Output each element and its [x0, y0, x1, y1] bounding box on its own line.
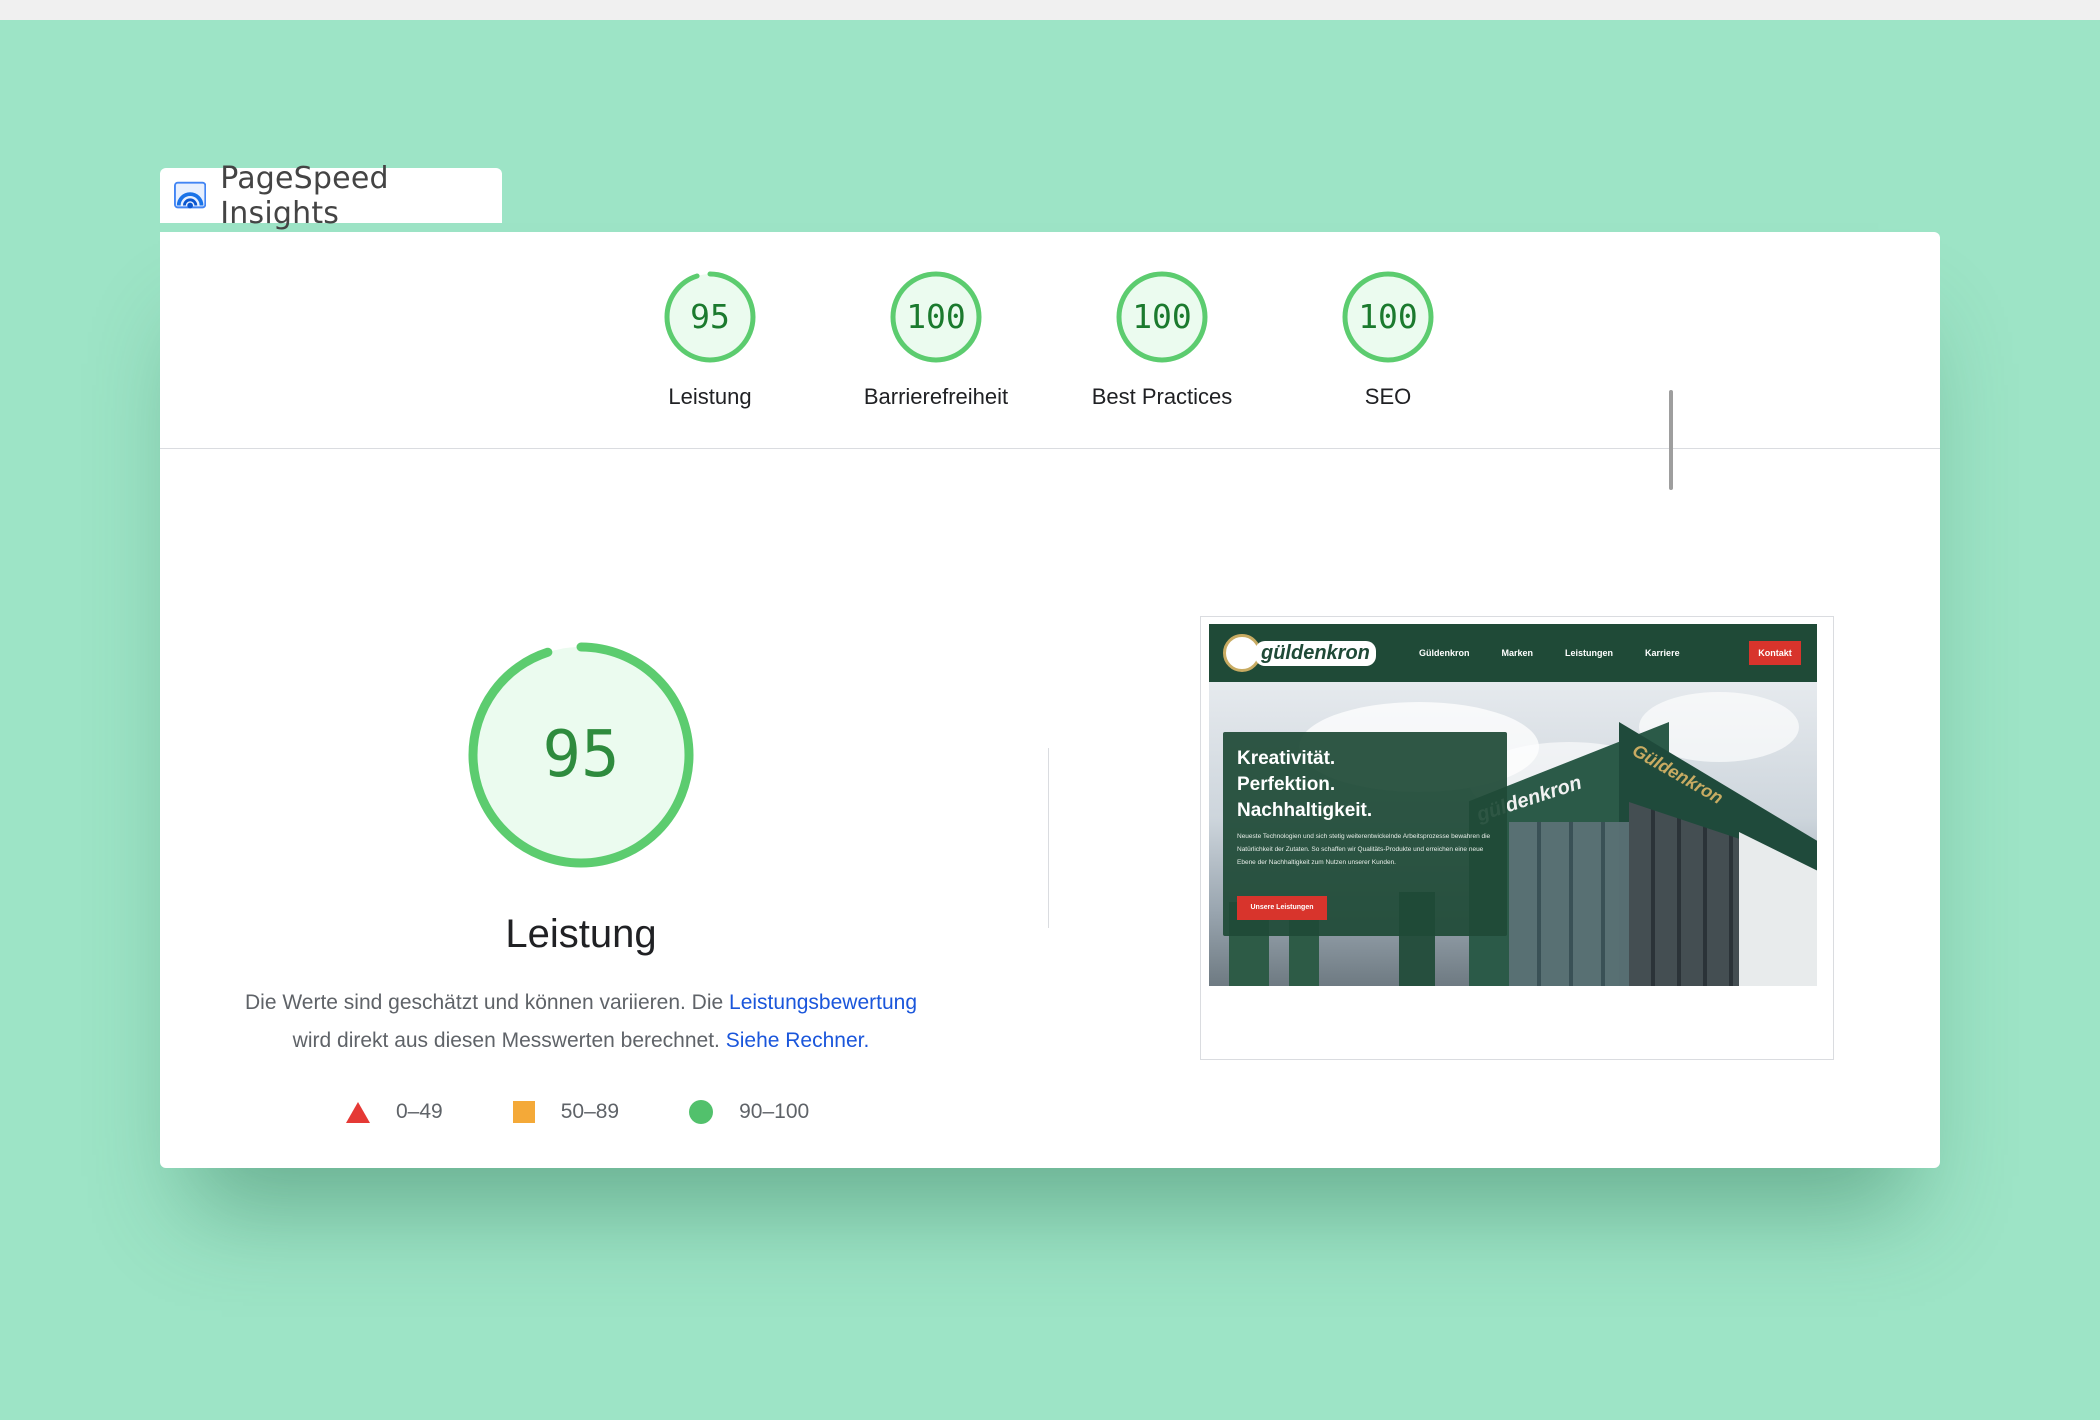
score-description: Die Werte sind geschätzt und können vari… [244, 991, 917, 1052]
app-title: PageSpeed Insights [220, 160, 389, 231]
gauge-label: SEO [1364, 384, 1412, 409]
square-icon [512, 1101, 535, 1123]
hero-body: Neueste Technologien und sich stetig wei… [1237, 833, 1491, 866]
screenshot-site: güldenkron Güldenkron Marken Leistungen … [1209, 624, 1817, 986]
site-logo: güldenkron [1223, 634, 1376, 672]
site-navbar: güldenkron Güldenkron Marken Leistungen … [1209, 624, 1817, 682]
gauge-score: 95 [690, 297, 730, 336]
gauge-best-practices[interactable]: 100 Best Practices [1062, 270, 1262, 410]
page-screenshot: güldenkron Güldenkron Marken Leistungen … [1200, 616, 1834, 1060]
section-divider [160, 448, 1940, 449]
legend-item-average: 50–89 [512, 1100, 619, 1124]
site-contact-button: Kontakt [1749, 641, 1801, 665]
triangle-icon [346, 1101, 370, 1123]
hero-text-box: Kreativität. Perfektion. Nachhaltigkeit.… [1223, 732, 1507, 936]
report-card: 95 Leistung 100 Barrierefreiheit 100 Bes… [160, 232, 1940, 1168]
hero-button: Unsere Leistungen [1237, 896, 1327, 920]
gauge-leistung[interactable]: 95 Leistung [610, 270, 810, 410]
gauge-label: Best Practices [1091, 384, 1233, 409]
gauge-score: 100 [1358, 297, 1418, 336]
gauge-label: Leistung [668, 384, 752, 409]
legend-item-pass: 90–100 [689, 1100, 809, 1124]
screenshot-scrollbar [1669, 390, 1673, 490]
section-title: Leistung [505, 912, 657, 956]
circle-icon [689, 1100, 714, 1124]
main-score: 95 [542, 718, 620, 792]
gauge-score: 100 [1132, 297, 1192, 336]
category-gauges: 95 Leistung 100 Barrierefreiheit 100 Bes… [160, 232, 1940, 448]
site-menu: Güldenkron Marken Leistungen Karriere [1419, 648, 1680, 658]
vertical-divider [1048, 748, 1049, 928]
site-hero: güldenkron Güldenkron Kreativität. Perfe… [1209, 682, 1817, 986]
pagespeed-logo-icon [174, 181, 207, 208]
leistungsbewertung-link[interactable]: Leistungsbewertung [729, 991, 917, 1014]
hero-headline: Kreativität. Perfektion. Nachhaltigkeit. [1237, 748, 1373, 821]
gauge-barrierefreiheit[interactable]: 100 Barrierefreiheit [836, 270, 1036, 410]
siehe-rechner-link[interactable]: Siehe Rechner. [726, 1029, 870, 1052]
score-legend: 0–49 50–89 90–100 [346, 1100, 879, 1124]
legend-item-fail: 0–49 [346, 1100, 443, 1124]
browser-top-strip [0, 0, 2100, 20]
psi-header-tab: PageSpeed Insights [160, 161, 502, 231]
gauge-label: Barrierefreiheit [863, 384, 1009, 409]
main-performance-gauge: 95 [466, 640, 696, 870]
gauge-seo[interactable]: 100 SEO [1288, 270, 1488, 410]
gauge-score: 100 [906, 297, 966, 336]
